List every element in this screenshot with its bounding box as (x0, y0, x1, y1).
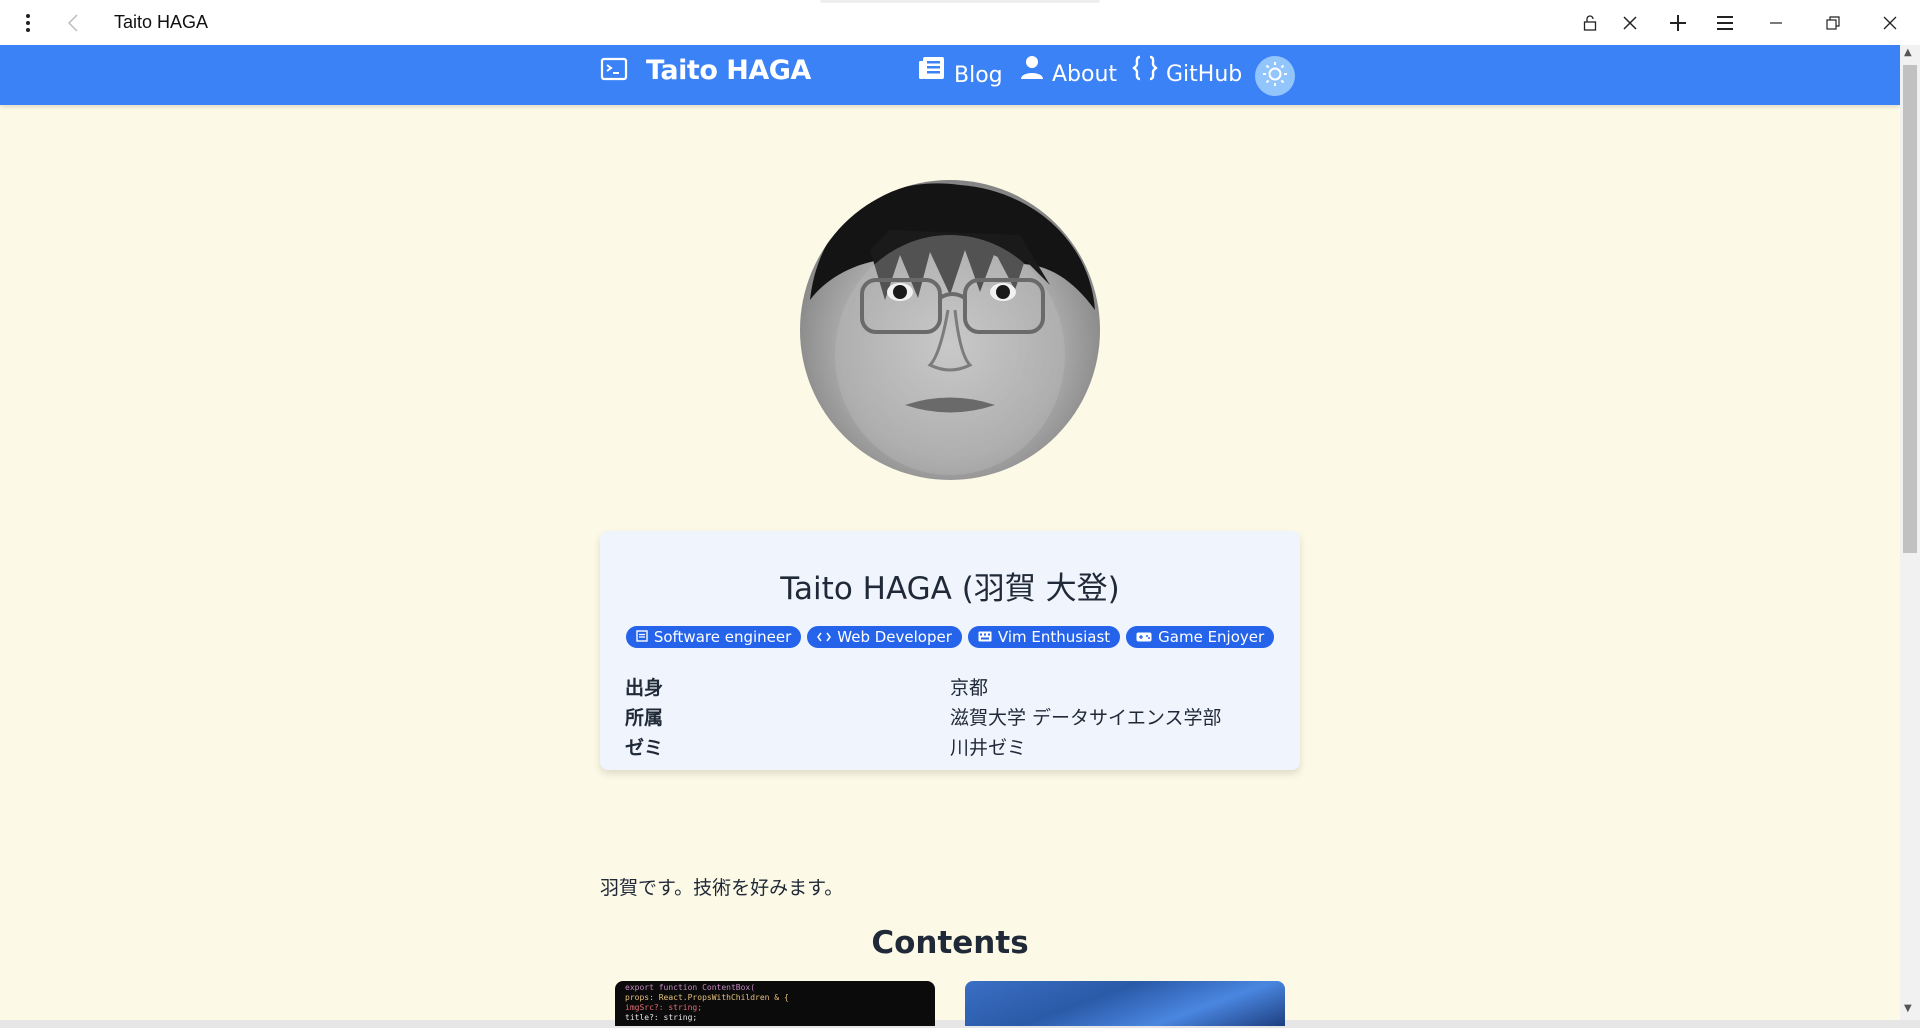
bottom-strip (0, 1020, 1920, 1028)
code-line: export function ContentBox( (625, 983, 756, 992)
browser-title: Taito HAGA (114, 12, 209, 32)
info-row: ゼミ 川井ゼミ (625, 731, 1275, 761)
nav-github-label: GitHub (1166, 61, 1243, 87)
back-arrow-icon[interactable] (53, 0, 93, 45)
nav-blog-label: Blog (954, 62, 1003, 88)
profile-name: Taito HAGA (羽賀 大登) (780, 571, 1120, 607)
profile-card: Taito HAGA (羽賀 大登) Software engineer Web… (600, 531, 1300, 770)
close-tab-icon[interactable] (1610, 0, 1650, 45)
minimize-icon[interactable] (1756, 0, 1796, 45)
theme-toggle-button[interactable] (1255, 56, 1295, 96)
tag-game-enjoyer: Game Enjoyer (1126, 626, 1275, 648)
intro-text: 羽賀です。技術を好みます。 (600, 877, 844, 899)
scrollbar-thumb[interactable] (1903, 65, 1917, 553)
tag-web-developer: Web Developer (807, 626, 962, 648)
code-line: props: React.PropsWithChildren & { (625, 993, 789, 1002)
keyboard-icon (978, 628, 992, 646)
info-key: 所属 (625, 706, 664, 729)
info-key: 出身 (625, 676, 664, 699)
nav-about-label: About (1052, 61, 1118, 87)
braces-icon (1132, 55, 1158, 87)
brand-title: Taito HAGA (646, 55, 811, 86)
tag-vim-enthusiast: Vim Enthusiast (967, 626, 1121, 648)
document-icon (636, 628, 648, 646)
new-tab-icon[interactable] (1658, 0, 1698, 45)
profile-avatar (800, 180, 1100, 480)
profile-tags: Software engineer Web Developer Vim Enth… (600, 626, 1300, 648)
info-row: 出身 京都 (625, 671, 1275, 701)
nav-blog[interactable]: Blog (918, 55, 1003, 89)
code-icon (817, 628, 832, 646)
tab-handle[interactable] (820, 0, 1100, 3)
browser-titlebar: Taito HAGA (0, 0, 1920, 45)
gamepad-icon (1136, 628, 1152, 646)
info-value: 京都 (950, 676, 989, 699)
code-line: title?: string; (625, 1013, 698, 1022)
info-row: 所属 滋賀大学 データサイエンス学部 (625, 701, 1275, 731)
site-navbar: Taito HAGA Blog About GitHub (0, 45, 1900, 105)
menu-icon[interactable] (1705, 0, 1745, 45)
nav-about[interactable]: About (1020, 55, 1117, 87)
info-value: 川井ゼミ (950, 736, 1027, 759)
content-card-code-thumbnail[interactable]: export function ContentBox( props: React… (615, 981, 935, 1026)
terminal-icon (600, 57, 628, 85)
more-vert-icon[interactable] (8, 0, 48, 45)
scroll-up-icon[interactable]: ▲ (1904, 47, 1912, 58)
content-card-photo-thumbnail[interactable] (965, 981, 1285, 1026)
nav-github[interactable]: GitHub (1132, 55, 1242, 87)
close-window-icon[interactable] (1870, 0, 1910, 45)
info-value: 滋賀大学 データサイエンス学部 (950, 706, 1222, 729)
newspaper-icon (918, 55, 946, 89)
brand-link[interactable]: Taito HAGA (600, 55, 811, 86)
scroll-down-icon[interactable]: ▼ (1904, 1003, 1912, 1014)
restore-icon[interactable] (1813, 0, 1853, 45)
lock-icon[interactable] (1570, 0, 1610, 45)
code-line: imgSrc?: string; (625, 1003, 703, 1012)
sun-icon (1262, 61, 1288, 91)
contents-heading: Contents (871, 925, 1029, 961)
profile-info-table: 出身 京都 所属 滋賀大学 データサイエンス学部 ゼミ 川井ゼミ (625, 671, 1275, 761)
tag-software-engineer: Software engineer (625, 626, 802, 648)
info-key: ゼミ (625, 736, 664, 759)
person-icon (1020, 55, 1044, 87)
